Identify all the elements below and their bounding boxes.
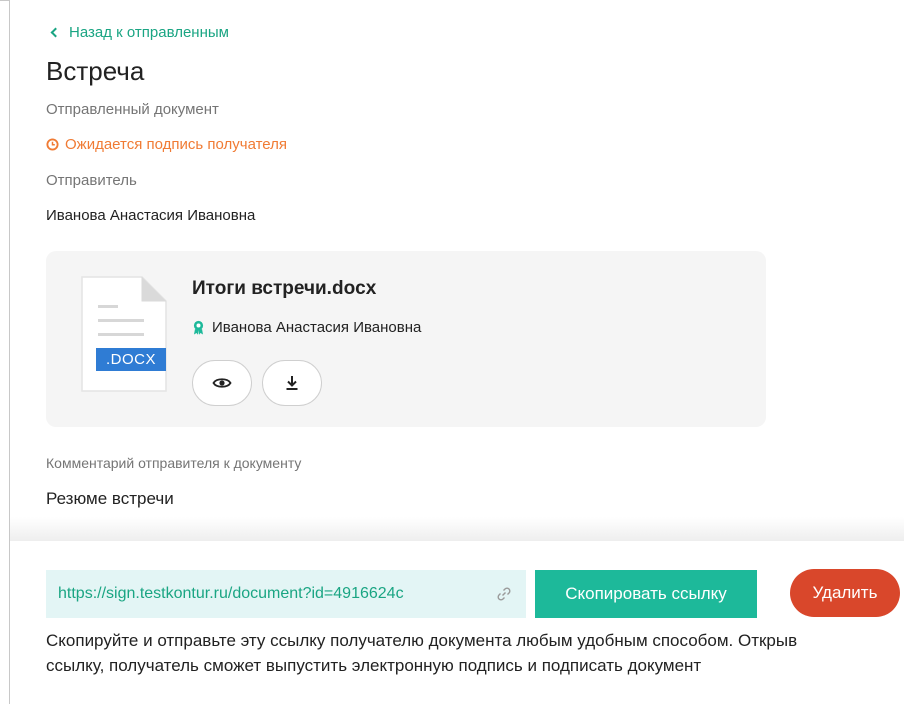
comment-text: Резюме встречи [46,489,174,508]
download-icon [286,376,298,390]
copy-link-button[interactable]: Скопировать ссылку [535,570,757,618]
docx-file-icon: .DOCX [80,275,168,393]
link-chain-icon [497,587,511,601]
share-link-text: https://sign.testkontur.ru/document?id=4… [58,585,404,602]
chevron-left-icon [50,27,61,38]
docx-badge: .DOCX [96,348,166,371]
section-divider [10,517,904,541]
page-title: Встреча [46,56,145,86]
share-link-panel: https://sign.testkontur.ru/document?id=4… [10,541,904,704]
eye-icon [212,378,232,388]
share-link-field[interactable]: https://sign.testkontur.ru/document?id=4… [46,570,526,618]
status-badge: Ожидается подпись получателя [46,136,287,153]
back-link-label: Назад к отправленным [69,24,229,41]
sender-label: Отправитель [46,172,137,189]
document-card: .DOCX Итоги встречи.docx Иванова Анастас… [46,251,766,427]
sender-name: Иванова Анастасия Ивановна [46,207,256,224]
document-file-name: Итоги встречи.docx [192,278,377,299]
page-subtitle: Отправленный документ [46,101,219,118]
delete-button[interactable]: Удалить [790,569,900,617]
clock-icon [46,138,59,151]
back-to-sent-link[interactable]: Назад к отправленным [49,24,229,41]
share-help-text: Скопируйте и отправьте эту ссылку получа… [46,631,798,675]
download-document-button[interactable] [262,360,322,406]
comment-label: Комментарий отправителя к документу [46,455,302,471]
document-signer: Иванова Анастасия Ивановна [192,319,421,336]
certificate-seal-icon [193,320,204,335]
signer-name: Иванова Анастасия Ивановна [212,319,422,336]
view-document-button[interactable] [192,360,252,406]
document-details-panel: Назад к отправленным Встреча Отправленны… [10,0,904,530]
status-text: Ожидается подпись получателя [65,136,288,153]
